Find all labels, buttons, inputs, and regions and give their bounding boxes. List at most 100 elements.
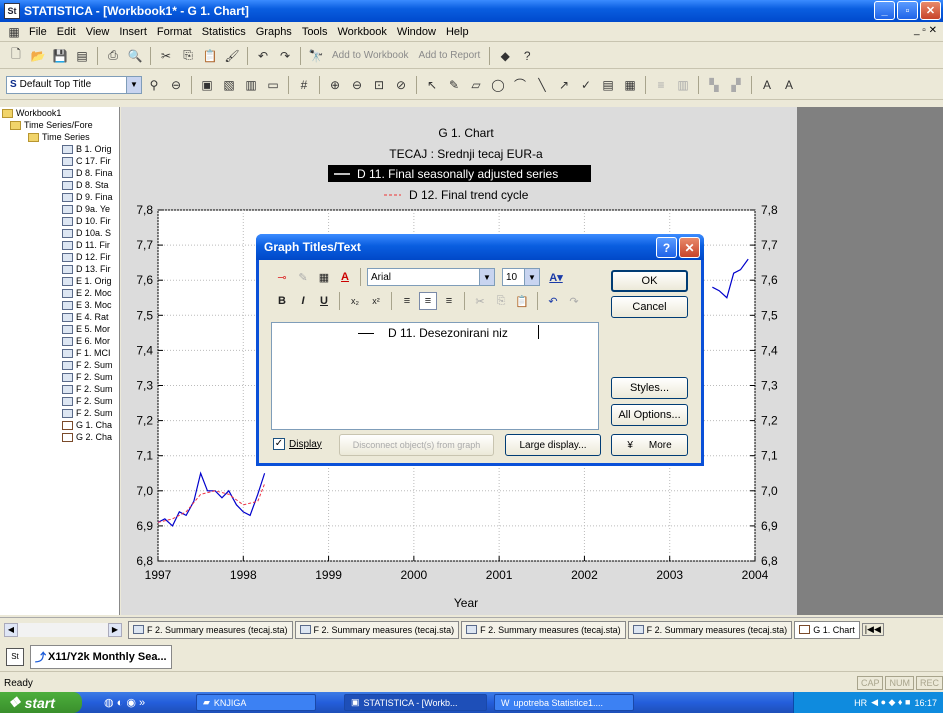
tray-icons[interactable]: ◀ ● ◆ ♦ ■ [871, 697, 910, 708]
arc-tool-icon[interactable]: ⌒ [510, 75, 530, 95]
open-icon[interactable]: 📂 [28, 46, 48, 66]
menu-statistics[interactable]: Statistics [197, 26, 251, 38]
statistica-icon[interactable]: ◆ [495, 46, 515, 66]
tree-item[interactable]: D 8. Fina [0, 167, 119, 179]
print-icon[interactable]: ⎙ [103, 46, 123, 66]
all-options-button[interactable]: All Options... [611, 404, 688, 426]
tree-item[interactable]: D 8. Sta [0, 179, 119, 191]
bring-forward-icon[interactable]: ▚ [704, 75, 724, 95]
font-color-icon[interactable]: A [336, 268, 354, 286]
plot-icon[interactable]: ▧ [219, 75, 239, 95]
x-axis-label[interactable]: Year [454, 596, 478, 610]
minimize-button[interactable]: _ [874, 1, 895, 20]
tree-item[interactable]: F 1. MCI [0, 347, 119, 359]
styles-button[interactable]: Styles... [611, 377, 688, 399]
whats-this-icon[interactable]: ? [517, 46, 537, 66]
more-button[interactable]: ¥ More [611, 434, 688, 456]
text-color-icon[interactable]: A▾ [543, 268, 569, 286]
tree-item[interactable]: E 1. Orig [0, 275, 119, 287]
font-size-up-icon[interactable]: A [757, 75, 777, 95]
graph-options-icon[interactable]: ▣ [197, 75, 217, 95]
workbook-icon[interactable]: ▤ [72, 46, 92, 66]
disconnect-button[interactable]: Disconnect object(s) from graph [339, 434, 494, 456]
align-icon[interactable]: ≡ [651, 75, 671, 95]
document-icon[interactable]: ▦ [4, 22, 24, 42]
zoom-icon[interactable]: ⚲ [144, 75, 164, 95]
print-preview-icon[interactable]: 🔍 [125, 46, 145, 66]
zoom-out-icon[interactable]: ⊖ [166, 75, 186, 95]
link-icon[interactable]: ▦ [620, 75, 640, 95]
tree-item[interactable]: B 1. Orig [0, 143, 119, 155]
tree-item[interactable]: Time Series/Fore [0, 119, 119, 131]
taskbar-button-word[interactable]: Wupotreba Statistice1.... [494, 694, 634, 711]
redo-icon[interactable]: ↷ [275, 46, 295, 66]
save-icon[interactable]: 💾 [50, 46, 70, 66]
chart-title[interactable]: G 1. Chart [438, 126, 494, 140]
menu-view[interactable]: View [81, 26, 115, 38]
insert-legend-icon[interactable]: ⊸ [273, 268, 291, 286]
redo-icon[interactable]: ↷ [565, 292, 583, 310]
chevron-down-icon[interactable]: ▼ [479, 269, 494, 285]
quick-launch-icons[interactable]: ◍ ◐ ◉ » [104, 696, 145, 709]
title-text-editor[interactable]: D 11. Desezonirani niz [271, 322, 599, 430]
tree-item[interactable]: D 11. Fir [0, 239, 119, 251]
paste-icon[interactable]: 📋 [200, 46, 220, 66]
sheet-tab[interactable]: F 2. Summary measures (tecaj.sta) [461, 620, 626, 639]
menu-window[interactable]: Window [392, 26, 441, 38]
paste-icon[interactable]: 📋 [513, 292, 531, 310]
large-display-button[interactable]: Large display... [505, 434, 601, 456]
underline-icon[interactable]: U [315, 292, 333, 310]
graph-data-icon[interactable]: ▥ [241, 75, 261, 95]
chart-subtitle[interactable]: TECAJ : Srednji tecaj EUR-a [389, 147, 543, 161]
pointer-icon[interactable]: ↖ [422, 75, 442, 95]
align-right-icon[interactable]: ≡ [440, 292, 458, 310]
tree-item[interactable]: E 4. Rat [0, 311, 119, 323]
add-to-report-button[interactable]: Add to Report [415, 50, 485, 61]
chevron-down-icon[interactable]: ▼ [524, 269, 539, 285]
copy-icon[interactable]: ⎘ [178, 46, 198, 66]
copy-icon[interactable]: ⎘ [492, 292, 510, 310]
display-checkbox[interactable]: ✓ [273, 438, 285, 450]
tree-item[interactable]: D 12. Fir [0, 251, 119, 263]
tree-item[interactable]: D 10. Fir [0, 215, 119, 227]
embed-icon[interactable]: ▤ [598, 75, 618, 95]
undo-icon[interactable]: ↶ [253, 46, 273, 66]
tree-item[interactable]: G 2. Cha [0, 431, 119, 443]
menu-graphs[interactable]: Graphs [251, 26, 297, 38]
font-combo[interactable]: Arial ▼ [367, 268, 495, 286]
zoom-in-icon[interactable]: ⊕ [325, 75, 345, 95]
sheet-tab[interactable]: F 2. Summary measures (tecaj.sta) [128, 620, 293, 639]
menu-help[interactable]: Help [441, 26, 474, 38]
grid-icon[interactable]: # [294, 75, 314, 95]
distribute-icon[interactable]: ▥ [673, 75, 693, 95]
language-indicator[interactable]: HR [854, 698, 867, 708]
tree-item[interactable]: C 17. Fir [0, 155, 119, 167]
new-icon[interactable]: 🗋 [6, 46, 26, 66]
graph-window-icon[interactable]: ▭ [263, 75, 283, 95]
text-tool-icon[interactable]: ✎ [444, 75, 464, 95]
menu-edit[interactable]: Edit [52, 26, 81, 38]
tree-item[interactable]: F 2. Sum [0, 359, 119, 371]
style-combo[interactable]: S Default Top Title ▼ [6, 75, 142, 94]
line-tool-icon[interactable]: ╲ [532, 75, 552, 95]
scrollbar-track[interactable] [18, 622, 108, 637]
font-size-combo[interactable]: 10 ▼ [502, 268, 540, 286]
subscript-icon[interactable]: x₂ [346, 292, 364, 310]
sheet-tab[interactable]: F 2. Summary measures (tecaj.sta) [627, 620, 793, 639]
statistica-small-icon[interactable]: St [6, 647, 24, 666]
start-button[interactable]: ❖ start [0, 692, 82, 713]
menu-format[interactable]: Format [152, 26, 197, 38]
cancel-button[interactable]: Cancel [611, 296, 688, 318]
send-backward-icon[interactable]: ▞ [726, 75, 746, 95]
help-icon[interactable]: ? [656, 237, 677, 258]
align-left-icon[interactable]: ≡ [398, 292, 416, 310]
legend-series-1[interactable]: D 11. Final seasonally adjusted series [357, 167, 558, 181]
italic-icon[interactable]: I [294, 292, 312, 310]
mdi-controls[interactable]: _ ▫ ✕ [914, 25, 937, 36]
tree-item[interactable]: G 1. Cha [0, 419, 119, 431]
font-size-down-icon[interactable]: A [779, 75, 799, 95]
tree-item[interactable]: F 2. Sum [0, 383, 119, 395]
cut-icon[interactable]: ✂ [156, 46, 176, 66]
tree-root[interactable]: Workbook1 [0, 107, 119, 119]
scroll-right-icon[interactable]: ▶ [108, 622, 122, 637]
